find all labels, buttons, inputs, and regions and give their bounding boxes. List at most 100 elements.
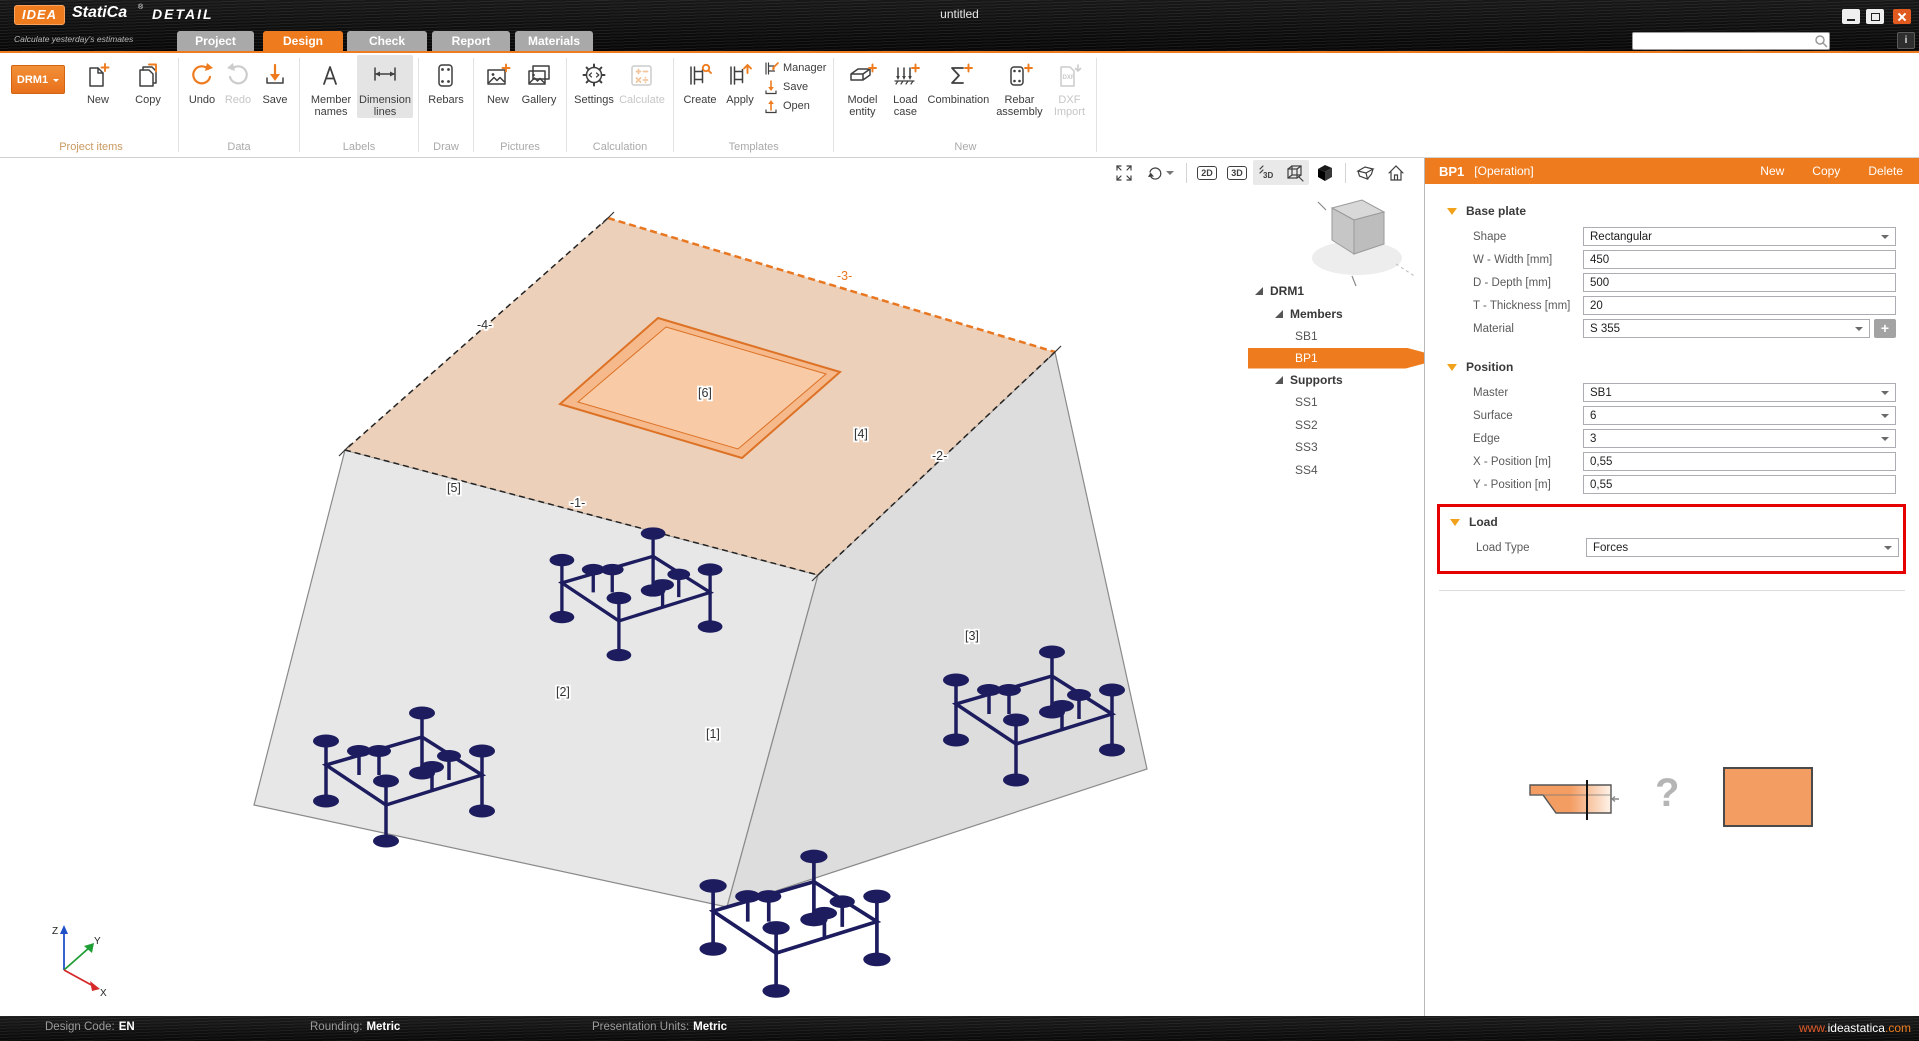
tree-item-drm1[interactable]: DRM1: [1246, 280, 1424, 303]
new-picture-button[interactable]: New: [479, 55, 517, 106]
expand-caret-icon[interactable]: [1275, 376, 1283, 384]
expand-caret-icon[interactable]: [1255, 287, 1263, 295]
group-position[interactable]: Position: [1447, 360, 1919, 374]
status-bar: Design Code:EN Rounding:Metric Presentat…: [0, 1016, 1919, 1041]
load-arrows-icon: [890, 58, 920, 94]
tab-materials[interactable]: Materials: [515, 31, 593, 51]
close-button[interactable]: [1893, 9, 1911, 24]
tab-report[interactable]: Report: [432, 31, 510, 51]
save-icon: [260, 58, 290, 94]
project-item-dropdown[interactable]: DRM1: [11, 65, 65, 94]
info-button[interactable]: i: [1897, 32, 1915, 49]
load-type-select[interactable]: Forces: [1586, 538, 1899, 557]
wireframe-view-button[interactable]: [1352, 160, 1380, 185]
website-link[interactable]: www.ideastatica.com: [1799, 1021, 1911, 1035]
active-view-mode-group: 3D: [1253, 160, 1309, 185]
rounding-status: Rounding:Metric: [310, 1021, 400, 1033]
edge-label-4: -4-: [477, 318, 492, 332]
view-3d-button[interactable]: 3D: [1223, 160, 1251, 185]
surface-select[interactable]: 6: [1583, 406, 1896, 425]
tab-design[interactable]: Design: [263, 31, 343, 51]
collapse-triangle-icon[interactable]: [1447, 364, 1457, 371]
panel-divider: [1439, 590, 1905, 591]
member-names-toggle[interactable]: Member names: [305, 55, 357, 118]
tree-item-ss1[interactable]: SS1: [1246, 391, 1424, 414]
group-load[interactable]: Load: [1450, 515, 1903, 529]
template-open-button[interactable]: Open: [763, 97, 826, 114]
zoom-fit-button[interactable]: [1110, 160, 1138, 185]
home-icon: [1386, 163, 1406, 183]
load-case-button[interactable]: Load case: [885, 55, 925, 118]
new-item-button[interactable]: New: [73, 55, 123, 106]
maximize-icon: [1871, 13, 1880, 21]
add-material-button[interactable]: +: [1874, 319, 1896, 338]
tab-project[interactable]: Project: [177, 31, 254, 51]
tree-item-bp1-selected[interactable]: BP1: [1248, 348, 1445, 369]
shaded-view-button[interactable]: [1311, 160, 1339, 185]
rebars-button[interactable]: Rebars: [424, 55, 468, 106]
group-base-plate[interactable]: Base plate: [1447, 204, 1919, 218]
panel-copy-button[interactable]: Copy: [1812, 164, 1840, 178]
rebar-assembly-button[interactable]: Rebar assembly: [991, 55, 1047, 118]
panel-header: BP1 [Operation] New Copy Delete: [1425, 158, 1919, 184]
surface-label-6: [6]: [698, 386, 712, 400]
undo-button[interactable]: Undo: [184, 55, 220, 106]
scene-canvas[interactable]: [1] [2] [3] [4] [5] [6] -1- -2- -3- -4- …: [0, 158, 1424, 1016]
y-position-input[interactable]: [1583, 475, 1896, 494]
settings-button[interactable]: Settings: [572, 55, 616, 106]
idea-logo: IDEA: [14, 5, 65, 25]
shape-select[interactable]: Rectangular: [1583, 227, 1896, 246]
view-2d-button[interactable]: 2D: [1193, 160, 1221, 185]
perspective-button[interactable]: [1281, 160, 1309, 185]
model-entity-button[interactable]: Model entity: [839, 55, 885, 118]
material-select[interactable]: S 355: [1583, 319, 1870, 338]
copy-item-button[interactable]: Copy: [123, 55, 173, 106]
master-select[interactable]: SB1: [1583, 383, 1896, 402]
thickness-input[interactable]: [1583, 296, 1896, 315]
combination-button[interactable]: Combination: [925, 55, 991, 106]
dimension-lines-toggle[interactable]: Dimension lines: [357, 55, 413, 118]
rebars-icon: [431, 58, 461, 94]
axis-triad: Z Y X: [52, 925, 107, 999]
collapse-triangle-icon[interactable]: [1450, 519, 1460, 526]
panel-new-button[interactable]: New: [1760, 164, 1784, 178]
product-name: DETAIL: [152, 6, 214, 22]
units-status: Presentation Units:Metric: [592, 1021, 727, 1033]
close-icon: [1897, 12, 1907, 22]
maximize-button[interactable]: [1866, 9, 1884, 24]
minimize-button[interactable]: [1842, 9, 1860, 24]
navigation-cube[interactable]: [1312, 200, 1416, 286]
load-highlight-box: Load Load Type Forces: [1437, 504, 1906, 574]
width-input[interactable]: [1583, 250, 1896, 269]
chevron-down-icon: [53, 79, 59, 85]
section-preview-image: [1529, 779, 1621, 821]
search-input[interactable]: [1633, 35, 1813, 47]
tree-item-ss2[interactable]: SS2: [1246, 414, 1424, 437]
create-template-button[interactable]: Create: [679, 55, 721, 106]
save-button[interactable]: Save: [256, 55, 294, 106]
panel-delete-button[interactable]: Delete: [1868, 164, 1903, 178]
edge-select[interactable]: 3: [1583, 429, 1896, 448]
tree-item-members[interactable]: Members: [1246, 303, 1424, 326]
tree-item-supports[interactable]: Supports: [1246, 369, 1424, 392]
gallery-button[interactable]: Gallery: [517, 55, 561, 106]
tree-item-ss3[interactable]: SS3: [1246, 436, 1424, 459]
axis-x-label: X: [100, 988, 107, 999]
rotate-view-button[interactable]: [1140, 160, 1180, 185]
template-save-button[interactable]: Save: [763, 78, 826, 95]
template-manager-button[interactable]: Manager: [763, 59, 826, 76]
surface-label-4: [4]: [854, 427, 868, 441]
3d-viewport[interactable]: [1] [2] [3] [4] [5] [6] -1- -2- -3- -4- …: [0, 158, 1424, 1016]
x-position-input[interactable]: [1583, 452, 1896, 471]
apply-template-button[interactable]: Apply: [721, 55, 759, 106]
axonometry-button[interactable]: 3D: [1253, 160, 1281, 185]
collapse-triangle-icon[interactable]: [1447, 208, 1457, 215]
tree-item-sb1[interactable]: SB1: [1246, 325, 1424, 348]
master-label: Master: [1473, 387, 1583, 399]
tree-item-ss4[interactable]: SS4: [1246, 459, 1424, 482]
expand-caret-icon[interactable]: [1275, 310, 1283, 318]
depth-input[interactable]: [1583, 273, 1896, 292]
search-box[interactable]: [1632, 32, 1830, 50]
home-view-button[interactable]: [1382, 160, 1410, 185]
tab-check[interactable]: Check: [347, 31, 427, 51]
